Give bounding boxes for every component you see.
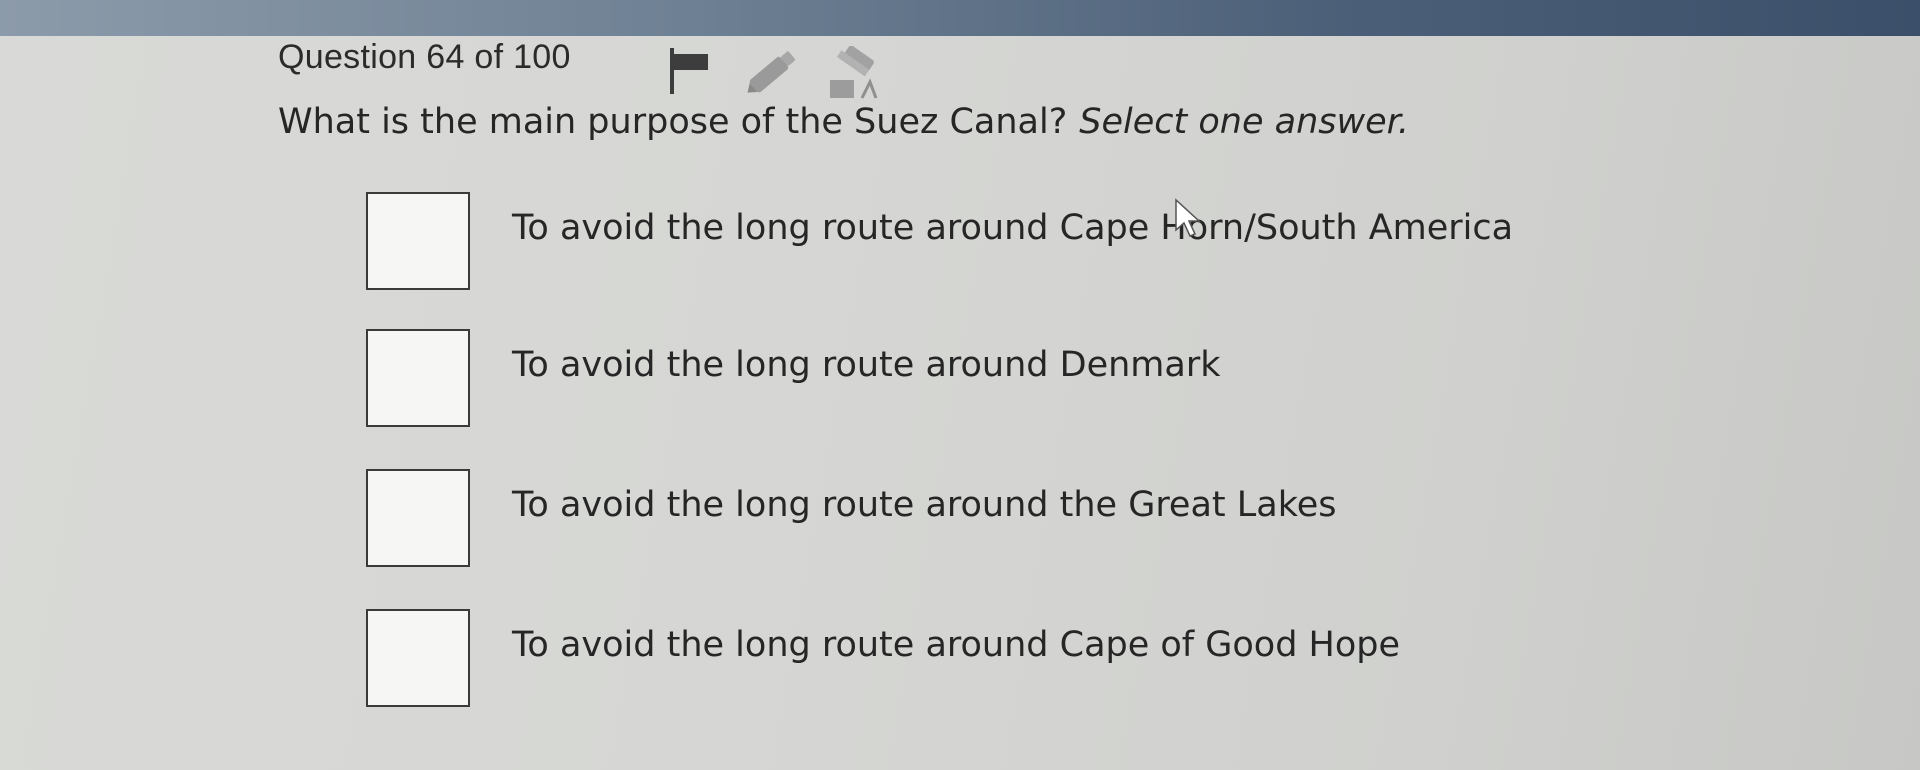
answer-checkbox[interactable] — [366, 329, 470, 427]
answer-label[interactable]: To avoid the long route around Cape of G… — [512, 625, 1400, 665]
answer-options: To avoid the long route around Cape Horn… — [0, 0, 1920, 770]
answer-option[interactable]: To avoid the long route around Cape of G… — [360, 605, 1760, 715]
answer-label[interactable]: To avoid the long route around Denmark — [512, 345, 1221, 385]
answer-option[interactable]: To avoid the long route around Denmark — [360, 325, 1760, 435]
answer-label[interactable]: To avoid the long route around the Great… — [512, 485, 1337, 525]
answer-option[interactable]: To avoid the long route around Cape Horn… — [360, 188, 1760, 298]
answer-checkbox[interactable] — [366, 469, 470, 567]
answer-option[interactable]: To avoid the long route around the Great… — [360, 465, 1760, 575]
answer-label[interactable]: To avoid the long route around Cape Horn… — [512, 208, 1513, 248]
answer-checkbox[interactable] — [366, 192, 470, 290]
mouse-pointer-icon — [1175, 198, 1201, 237]
answer-checkbox[interactable] — [366, 609, 470, 707]
